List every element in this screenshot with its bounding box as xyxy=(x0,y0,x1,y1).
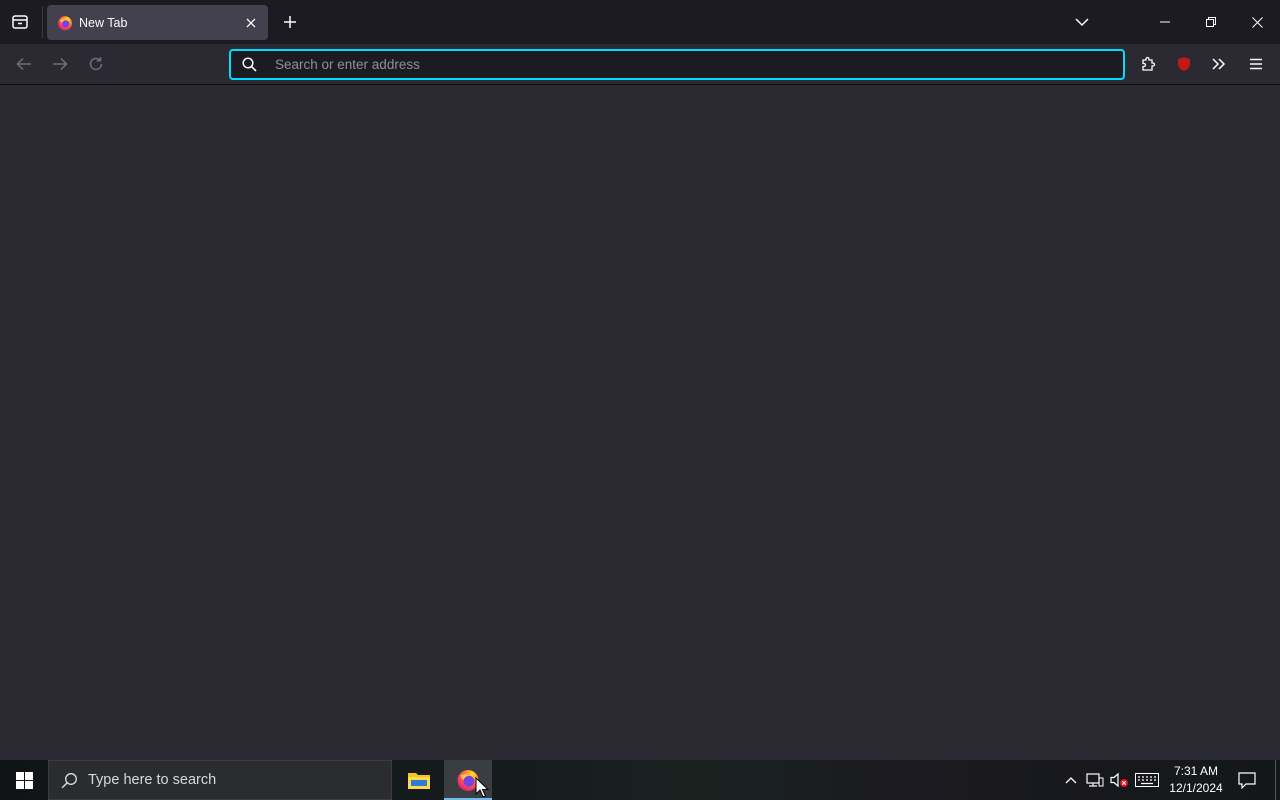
search-icon xyxy=(231,51,267,78)
address-bar[interactable] xyxy=(229,49,1125,80)
taskbar-file-explorer[interactable] xyxy=(395,760,443,800)
page-content xyxy=(0,86,1280,760)
forward-button[interactable] xyxy=(44,48,76,80)
double-chevron-right-icon xyxy=(1212,58,1226,70)
list-all-tabs-button[interactable] xyxy=(1066,6,1098,38)
navigation-toolbar xyxy=(0,44,1280,85)
puzzle-piece-icon xyxy=(1142,56,1156,71)
network-icon xyxy=(1086,773,1104,787)
tab-strip: New Tab xyxy=(0,0,1280,44)
keyboard-icon xyxy=(1135,773,1159,787)
show-hidden-icons-button[interactable] xyxy=(1060,760,1082,800)
network-button[interactable] xyxy=(1084,760,1106,800)
tab-close-button[interactable] xyxy=(239,11,263,35)
app-menu-button[interactable] xyxy=(1240,48,1272,80)
taskbar-search-box[interactable]: Type here to search xyxy=(48,760,392,800)
mouse-cursor-icon xyxy=(475,777,489,798)
action-center-button[interactable] xyxy=(1230,760,1264,800)
firefox-view-icon xyxy=(12,15,28,29)
taskbar-clock[interactable]: 7:31 AM 12/1/2024 xyxy=(1164,760,1228,800)
close-window-button[interactable] xyxy=(1234,0,1280,44)
touch-keyboard-button[interactable] xyxy=(1132,760,1162,800)
ublock-origin-button[interactable] xyxy=(1168,48,1200,80)
address-input[interactable] xyxy=(267,51,1123,78)
taskbar: Type here to search 7:31 AM 12/1/2024 xyxy=(0,760,1280,800)
tab-new-tab[interactable]: New Tab xyxy=(47,5,268,40)
start-button[interactable] xyxy=(0,760,48,800)
chevron-down-icon xyxy=(1075,18,1089,27)
plus-icon xyxy=(284,16,296,28)
new-tab-button[interactable] xyxy=(274,6,306,38)
back-button[interactable] xyxy=(8,48,40,80)
close-icon xyxy=(246,18,256,27)
more-tools-button[interactable] xyxy=(1203,48,1235,80)
windows-logo-icon xyxy=(15,771,33,789)
speaker-muted-icon xyxy=(1110,772,1128,788)
notification-icon xyxy=(1238,771,1256,789)
tab-title: New Tab xyxy=(79,15,128,30)
reload-button[interactable] xyxy=(80,48,112,80)
extensions-button[interactable] xyxy=(1132,48,1164,80)
hamburger-menu-icon xyxy=(1250,58,1262,70)
minimize-button[interactable] xyxy=(1142,0,1188,44)
firefox-view-button[interactable] xyxy=(4,6,36,38)
clock-date: 12/1/2024 xyxy=(1169,781,1223,795)
arrow-left-icon xyxy=(16,57,31,71)
firefox-icon xyxy=(58,15,72,30)
ublock-origin-icon xyxy=(1178,57,1190,71)
reload-icon xyxy=(89,57,103,71)
search-icon xyxy=(61,772,77,788)
arrow-right-icon xyxy=(53,57,68,71)
volume-button[interactable] xyxy=(1107,760,1131,800)
file-explorer-icon xyxy=(408,773,430,789)
show-desktop-button[interactable] xyxy=(1275,760,1280,800)
minimize-icon xyxy=(1160,21,1170,23)
restore-icon xyxy=(1206,17,1216,27)
close-icon xyxy=(1251,16,1263,28)
clock-time: 7:31 AM xyxy=(1173,764,1219,778)
restore-button[interactable] xyxy=(1188,0,1234,44)
taskbar-search-placeholder: Type here to search xyxy=(88,772,217,788)
chevron-up-icon xyxy=(1065,777,1077,784)
tab-separator xyxy=(42,6,43,38)
